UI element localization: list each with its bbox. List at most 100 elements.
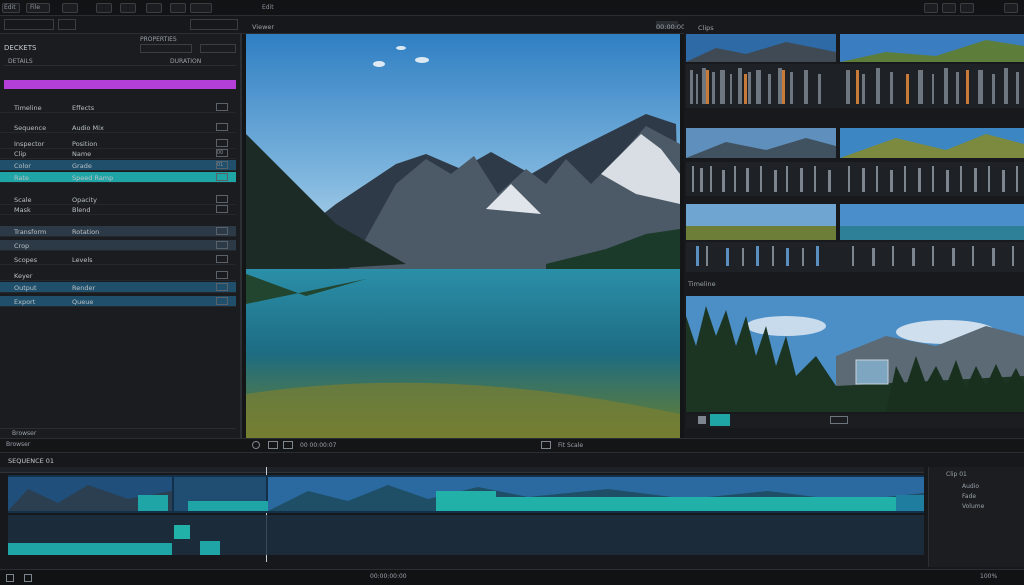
timeline-section-label: Timeline — [688, 280, 716, 288]
play-icon[interactable] — [698, 416, 706, 424]
row-value: Name — [72, 150, 92, 158]
row-keyframe-button[interactable] — [216, 103, 228, 111]
sequence-title: SEQUENCE 01 — [8, 457, 55, 465]
step-back-icon[interactable] — [268, 441, 278, 449]
file-menu-label: File — [30, 4, 41, 11]
edit-menu[interactable] — [62, 3, 78, 13]
row-value: Rotation — [72, 228, 100, 236]
status-bar: 00:00:00:00 100% — [0, 569, 1024, 585]
row-label: Scale — [14, 196, 32, 204]
mark-in-button[interactable] — [710, 414, 730, 426]
sort-button[interactable] — [200, 44, 236, 53]
view-menu[interactable] — [146, 3, 162, 13]
row-value: Levels — [72, 256, 93, 264]
row-label: Transform — [14, 228, 47, 236]
row-keyframe-button[interactable] — [216, 271, 228, 279]
row-keyframe-button[interactable] — [216, 139, 228, 147]
inspector-row[interactable]: Timeline Effects — [0, 102, 236, 113]
zoom-level: 100% — [980, 573, 998, 580]
mark-menu[interactable] — [120, 3, 136, 13]
browser-title: Clips — [698, 24, 714, 32]
inspector-row-4: Volume — [962, 503, 985, 510]
inspector-row[interactable]: Scopes Levels — [0, 254, 236, 265]
loop-icon[interactable] — [252, 441, 260, 449]
column-label: DURATION — [170, 58, 202, 65]
row-label: Mask — [14, 206, 31, 214]
fit-icon[interactable] — [541, 441, 551, 449]
row-keyframe-button[interactable] — [216, 297, 228, 305]
row-keyframe-button[interactable] — [216, 123, 228, 131]
row-value: Effects — [72, 104, 95, 112]
row-value: Queue — [72, 298, 94, 306]
play-pause-icon[interactable] — [283, 441, 293, 449]
row-label: Scopes — [14, 256, 38, 264]
panel-title: DECKETS — [4, 44, 37, 52]
bin-label: Browser — [6, 441, 31, 448]
inspector-row-3: Fade — [962, 493, 977, 500]
timeline-panel: SEQUENCE 01 Clip 01 Audio Fade Volume — [0, 452, 1024, 569]
source-preview-image[interactable] — [686, 296, 1024, 412]
inspector-row[interactable]: Clip Name 00 — [0, 148, 236, 159]
row-keyframe-button[interactable] — [216, 195, 228, 203]
program-viewer[interactable] — [246, 34, 680, 438]
row-keyframe-button[interactable] — [216, 255, 228, 263]
project-label: Edit — [262, 4, 274, 11]
minimize-icon[interactable] — [924, 3, 938, 13]
app-label: Edit — [4, 4, 16, 11]
effects-menu[interactable] — [170, 3, 186, 13]
row-keyframe-button[interactable]: 00 — [216, 149, 228, 157]
menu-bar: Edit File Edit — [0, 0, 1024, 16]
row-value: Speed Ramp — [72, 174, 114, 182]
status-timecode: 00:00:00:00 — [370, 573, 407, 580]
clip-thumbnails[interactable] — [686, 34, 1024, 296]
row-value: Grade — [72, 162, 92, 170]
row-label: Output — [14, 284, 37, 292]
settings-icon[interactable] — [960, 3, 974, 13]
inspector-row[interactable]: Output Render — [0, 282, 236, 293]
inspector-panel: DECKETS PROPERTIES DETAILS DURATION Time… — [0, 34, 242, 438]
row-value: Opacity — [72, 196, 98, 204]
inspector-row[interactable]: Mask Blend — [0, 204, 236, 215]
window-menu[interactable] — [190, 3, 212, 13]
row-label: Sequence — [14, 124, 47, 132]
row-keyframe-button[interactable] — [216, 227, 228, 235]
panel-menu-button[interactable] — [190, 19, 238, 30]
clip-browser: Clips Timeline — [684, 20, 1024, 438]
inspector-row[interactable]: Rate Speed Ramp — [0, 172, 236, 183]
viewer-footer-timecode: 00 00:00:07 — [300, 442, 337, 449]
viewer-header: Viewer 00:00:00 — [246, 20, 685, 34]
inspector-row[interactable]: Color Grade 01 — [0, 160, 236, 171]
maximize-icon[interactable] — [942, 3, 956, 13]
layout-icon[interactable] — [24, 574, 32, 582]
row-label: Color — [14, 162, 31, 170]
inspector-row[interactable]: Transform Rotation — [0, 226, 236, 237]
row-label: Timeline — [14, 104, 42, 112]
selected-clip-bar[interactable] — [4, 80, 236, 89]
inspector-row[interactable]: Crop — [0, 240, 236, 251]
row-keyframe-button[interactable] — [216, 205, 228, 213]
row-label: Inspector — [14, 140, 45, 148]
row-value: Position — [72, 140, 98, 148]
row-keyframe-button[interactable]: 01 — [216, 161, 228, 169]
toggle-button[interactable] — [58, 19, 76, 30]
row-keyframe-button[interactable] — [216, 173, 228, 181]
row-label: Export — [14, 298, 36, 306]
inspector-row[interactable]: Export Queue — [0, 296, 236, 307]
close-icon[interactable] — [1004, 3, 1018, 13]
timeline-tracks[interactable] — [8, 473, 924, 563]
workspace-selector[interactable] — [4, 19, 54, 30]
inspector-row[interactable]: Keyer — [0, 270, 236, 281]
inspector-row-2: Audio — [962, 483, 980, 490]
row-value: Audio Mix — [72, 124, 104, 132]
row-keyframe-button[interactable] — [216, 241, 228, 249]
home-icon[interactable] — [6, 574, 14, 582]
row-value: Render — [72, 284, 96, 292]
clip-menu[interactable] — [96, 3, 112, 13]
landscape-image — [246, 34, 680, 438]
zoom-control[interactable] — [830, 416, 848, 424]
filter-field[interactable] — [140, 44, 192, 53]
viewer-title: Viewer — [252, 23, 275, 31]
subtitle: DETAILS — [8, 58, 33, 65]
inspector-row[interactable]: Sequence Audio Mix — [0, 122, 236, 133]
row-keyframe-button[interactable] — [216, 283, 228, 291]
